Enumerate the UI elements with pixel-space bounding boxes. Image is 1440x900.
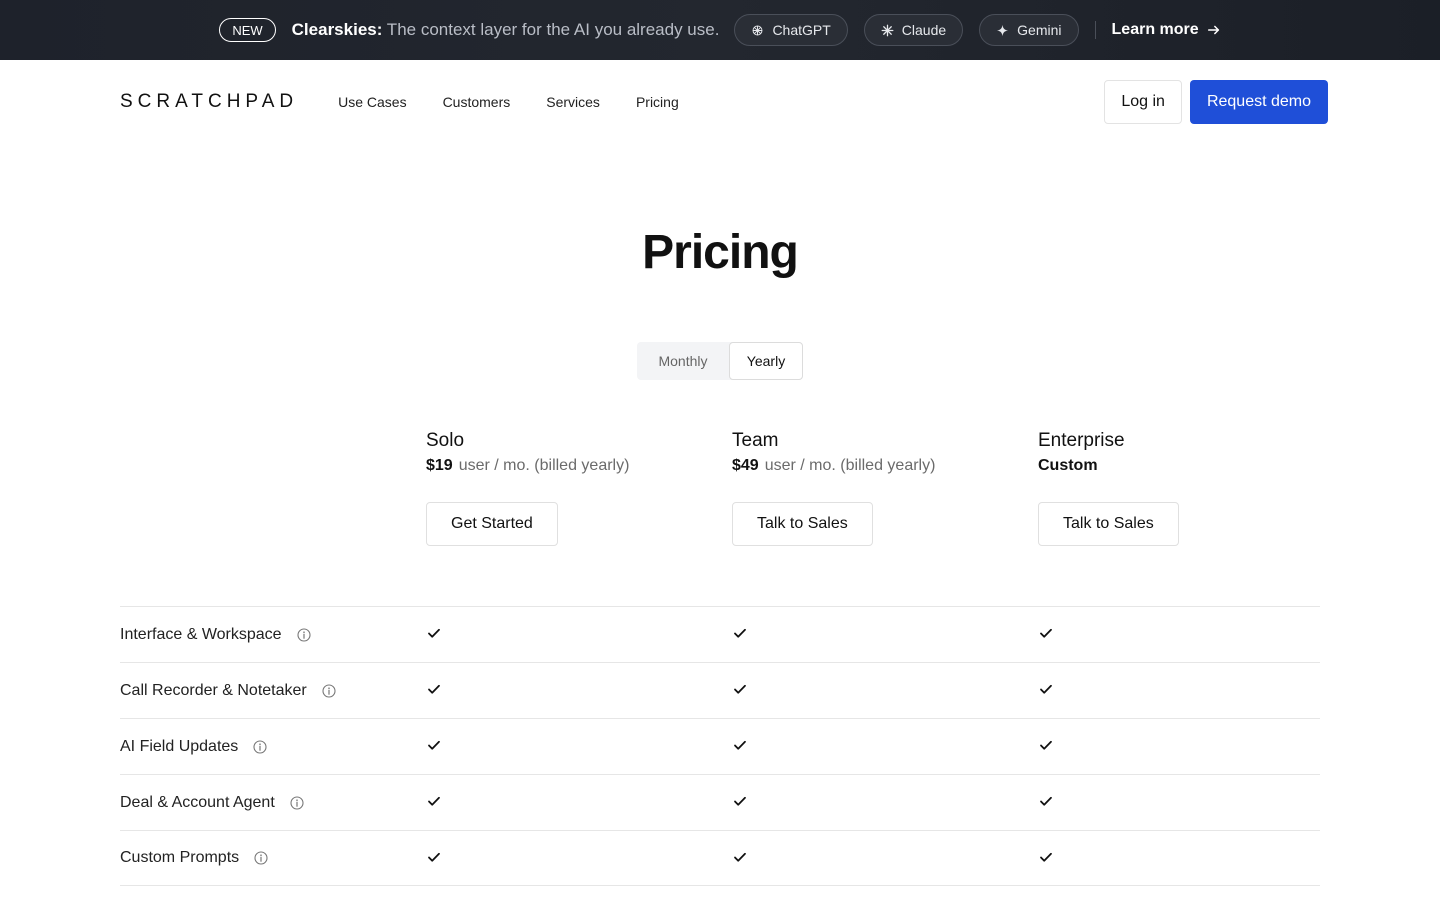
info-icon[interactable] [254, 851, 268, 865]
price-amount: $49 [732, 457, 759, 474]
check-icon [427, 626, 441, 640]
talk-to-sales-button[interactable]: Talk to Sales [732, 502, 873, 546]
toggle-monthly[interactable]: Monthly [637, 342, 729, 380]
plan-name: Enterprise [1038, 430, 1125, 451]
nav-link-pricing[interactable]: Pricing [636, 94, 679, 110]
plan-price: $19 user / mo. (billed yearly) [426, 456, 629, 476]
table-row: Deal & Account Agent [120, 774, 1320, 830]
table-row: Call Recorder & Notetaker [120, 662, 1320, 718]
check-icon [733, 738, 747, 752]
plan-price: Custom [1038, 456, 1179, 476]
claude-chip[interactable]: Claude [863, 14, 964, 46]
new-badge: NEW [219, 18, 276, 42]
price-period: user / mo. (billed yearly) [764, 457, 936, 474]
info-icon[interactable] [322, 683, 336, 698]
price-amount: $19 [426, 457, 453, 474]
check-icon [427, 794, 441, 808]
info-icon[interactable] [297, 627, 311, 642]
chatgpt-chip[interactable]: ChatGPT [734, 14, 848, 46]
plan-price: $49 user / mo. (billed yearly) [732, 456, 935, 476]
page-title: Pricing [642, 226, 799, 279]
nav-link-customers[interactable]: Customers [443, 94, 511, 110]
plan-name: Team [732, 430, 779, 451]
nav-link-services[interactable]: Services [546, 94, 600, 110]
feature-name: Call Recorder & Notetaker [120, 681, 307, 699]
announcement-brand: Clearskies: [291, 20, 383, 39]
chip-label: Claude [901, 22, 947, 38]
feature-label: Custom Prompts [120, 849, 268, 867]
main-nav: SCRATCHPAD Use Cases Customers Services … [0, 60, 1440, 144]
check-icon [1039, 626, 1053, 640]
get-started-button[interactable]: Get Started [426, 502, 558, 546]
feature-label: Interface & Workspace [120, 626, 311, 644]
nav-link-use-cases[interactable]: Use Cases [338, 94, 406, 110]
plan-solo: Solo $19 user / mo. (billed yearly) Get S… [426, 430, 629, 546]
login-button[interactable]: Log in [1104, 80, 1182, 124]
announcement-text: Clearskies: The context layer for the AI… [292, 20, 720, 40]
info-icon[interactable] [253, 739, 267, 754]
price-amount: Custom [1038, 457, 1098, 474]
check-icon [427, 850, 441, 864]
feature-name: AI Field Updates [120, 737, 239, 755]
announcement-divider [1094, 21, 1096, 39]
feature-name: Interface & Workspace [120, 625, 282, 643]
learn-more-link[interactable]: Learn more [1112, 21, 1221, 39]
plan-team: Team $49 user / mo. (billed yearly) Talk … [732, 430, 935, 546]
feature-label: Call Recorder & Notetaker [120, 682, 336, 700]
feature-label: Deal & Account Agent [120, 794, 304, 812]
chip-label: Gemini [1017, 22, 1062, 38]
request-demo-button[interactable]: Request demo [1189, 80, 1328, 124]
feature-name: Deal & Account Agent [120, 793, 275, 811]
learn-more-label: Learn more [1111, 21, 1199, 38]
plan-enterprise: Enterprise Custom Talk to Sales [1038, 430, 1179, 546]
announcement-tagline: The context layer for the AI you already… [382, 20, 720, 39]
price-period: user / mo. (billed yearly) [458, 457, 630, 474]
billing-toggle: Monthly Yearly [637, 342, 803, 380]
nav-links: Use Cases Customers Services Pricing [338, 94, 715, 110]
announcement-bar: NEW Clearskies: The context layer for th… [0, 0, 1440, 60]
check-icon [733, 850, 747, 864]
feature-name: Custom Prompts [120, 849, 240, 866]
table-row: AI Field Updates [120, 718, 1320, 774]
toggle-yearly[interactable]: Yearly [729, 342, 803, 380]
gemini-icon [996, 24, 1009, 36]
check-icon [427, 738, 441, 752]
arrow-right-icon [1207, 25, 1219, 35]
check-icon [1039, 682, 1053, 696]
check-icon [1039, 738, 1053, 752]
plan-name: Solo [426, 430, 465, 451]
openai-icon [752, 25, 763, 35]
chip-label: ChatGPT [772, 22, 831, 38]
table-row: Interface & Workspace [120, 606, 1320, 662]
check-icon [1039, 850, 1053, 864]
check-icon [733, 626, 747, 640]
check-icon [427, 682, 441, 696]
info-icon[interactable] [290, 795, 304, 810]
claude-icon [881, 24, 894, 36]
nav-actions: Log in Request demo [1104, 80, 1328, 124]
check-icon [1039, 794, 1053, 808]
announcement-content: NEW Clearskies: The context layer for th… [219, 0, 1220, 60]
check-icon [733, 794, 747, 808]
talk-to-sales-button[interactable]: Talk to Sales [1038, 502, 1179, 546]
feature-table: Interface & Workspace Call Recorder & Not… [120, 606, 1320, 886]
table-row: Custom Prompts [120, 830, 1320, 886]
gemini-chip[interactable]: Gemini [979, 14, 1079, 46]
feature-label: AI Field Updates [120, 738, 267, 756]
logo[interactable]: SCRATCHPAD [120, 91, 298, 113]
check-icon [733, 682, 747, 696]
